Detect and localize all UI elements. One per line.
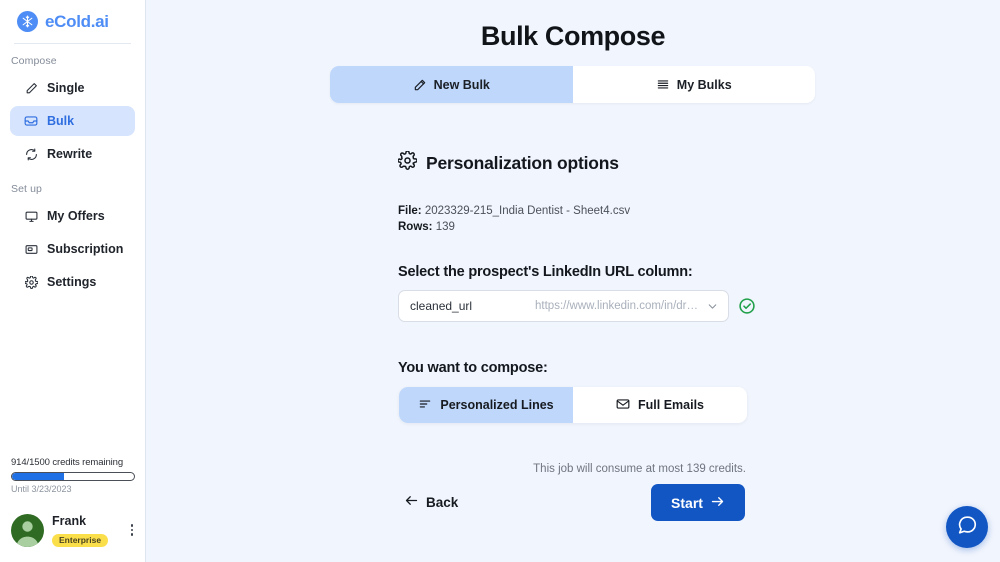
sidebar-item-label: My Offers (47, 209, 105, 223)
inbox-icon (24, 114, 38, 128)
chat-widget-button[interactable] (946, 506, 988, 548)
sidebar-item-label: Settings (47, 275, 96, 289)
sidebar-item-label: Bulk (47, 114, 74, 128)
option-personalized-lines[interactable]: Personalized Lines (399, 387, 573, 423)
sidebar-item-label: Subscription (47, 242, 123, 256)
tab-label: My Bulks (677, 78, 732, 92)
sidebar-group-label-setup: Set up (0, 172, 145, 198)
lines-icon (418, 397, 432, 414)
user-meta: Frank Enterprise (52, 512, 121, 548)
page-title: Bulk Compose (146, 0, 1000, 52)
back-label: Back (426, 495, 458, 510)
envelope-icon (616, 397, 630, 414)
credits-progress-fill (12, 473, 64, 480)
select-sample-value: https://www.linkedin.com/in/dr… (472, 300, 706, 312)
plan-badge: Enterprise (52, 534, 108, 547)
linkedin-column-select[interactable]: cleaned_url https://www.linkedin.com/in/… (398, 290, 729, 322)
rows-row: Rows: 139 (398, 219, 630, 235)
chevron-down-icon (706, 300, 719, 313)
sidebar-item-rewrite[interactable]: Rewrite (10, 139, 135, 169)
display-icon (24, 209, 38, 223)
file-row: File: 2023329-215_India Dentist - Sheet4… (398, 203, 630, 219)
sidebar-item-bulk[interactable]: Bulk (10, 106, 135, 136)
pencil-icon (24, 81, 38, 95)
tab-my-bulks[interactable]: My Bulks (573, 66, 816, 103)
sidebar: eCold.ai Compose Single Bulk Rewrite Set… (0, 0, 146, 562)
chat-bubble-icon (956, 514, 978, 541)
main-content: Bulk Compose New Bulk My Bulks Personali… (146, 0, 1000, 562)
app-root: eCold.ai Compose Single Bulk Rewrite Set… (0, 0, 1000, 562)
rows-value: 139 (436, 221, 455, 233)
user-profile[interactable]: Frank Enterprise (11, 512, 135, 548)
rows-label: Rows: (398, 221, 433, 233)
brand-name: eCold.ai (45, 12, 109, 32)
brand-logo[interactable]: eCold.ai (0, 0, 145, 32)
user-name: Frank (52, 514, 86, 528)
snowflake-icon (17, 11, 38, 32)
option-label: Personalized Lines (440, 398, 553, 412)
job-credits-note: This job will consume at most 139 credit… (533, 463, 746, 475)
avatar (11, 514, 44, 547)
credits-widget: 914/1500 credits remaining Until 3/23/20… (11, 457, 135, 494)
arrow-left-icon (404, 493, 419, 511)
sidebar-item-label: Rewrite (47, 147, 92, 161)
file-meta: File: 2023329-215_India Dentist - Sheet4… (398, 203, 630, 235)
tab-new-bulk[interactable]: New Bulk (330, 66, 573, 103)
start-label: Start (671, 495, 703, 511)
sidebar-item-my-offers[interactable]: My Offers (10, 201, 135, 231)
sidebar-item-single[interactable]: Single (10, 73, 135, 103)
file-name: 2023329-215_India Dentist - Sheet4.csv (425, 205, 630, 217)
file-label: File: (398, 205, 422, 217)
compose-icon (413, 78, 427, 92)
check-circle-icon (738, 297, 756, 320)
sidebar-item-settings[interactable]: Settings (10, 267, 135, 297)
option-label: Full Emails (638, 398, 704, 412)
section-title: Personalization options (426, 153, 619, 174)
tab-label: New Bulk (434, 78, 490, 92)
card-icon (24, 242, 38, 256)
tab-bar: New Bulk My Bulks (330, 66, 815, 103)
option-full-emails[interactable]: Full Emails (573, 387, 747, 423)
sidebar-group-label-compose: Compose (0, 44, 145, 70)
start-button[interactable]: Start (651, 484, 745, 521)
arrow-right-icon (710, 494, 725, 512)
gear-icon (24, 275, 38, 289)
list-icon (656, 78, 670, 92)
sidebar-item-subscription[interactable]: Subscription (10, 234, 135, 264)
credits-text: 914/1500 credits remaining (11, 457, 135, 468)
kebab-menu-icon[interactable] (129, 520, 136, 540)
credits-expiry: Until 3/23/2023 (11, 484, 135, 494)
compose-type-label: You want to compose: (398, 360, 548, 376)
credits-progress-bar (11, 472, 135, 481)
refresh-icon (24, 147, 38, 161)
gear-icon (398, 151, 417, 175)
section-header: Personalization options (398, 151, 619, 175)
select-value: cleaned_url (410, 299, 472, 313)
sidebar-item-label: Single (47, 81, 85, 95)
linkedin-column-label: Select the prospect's LinkedIn URL colum… (398, 264, 693, 280)
compose-type-toggle: Personalized Lines Full Emails (399, 387, 747, 423)
back-button[interactable]: Back (404, 493, 458, 511)
